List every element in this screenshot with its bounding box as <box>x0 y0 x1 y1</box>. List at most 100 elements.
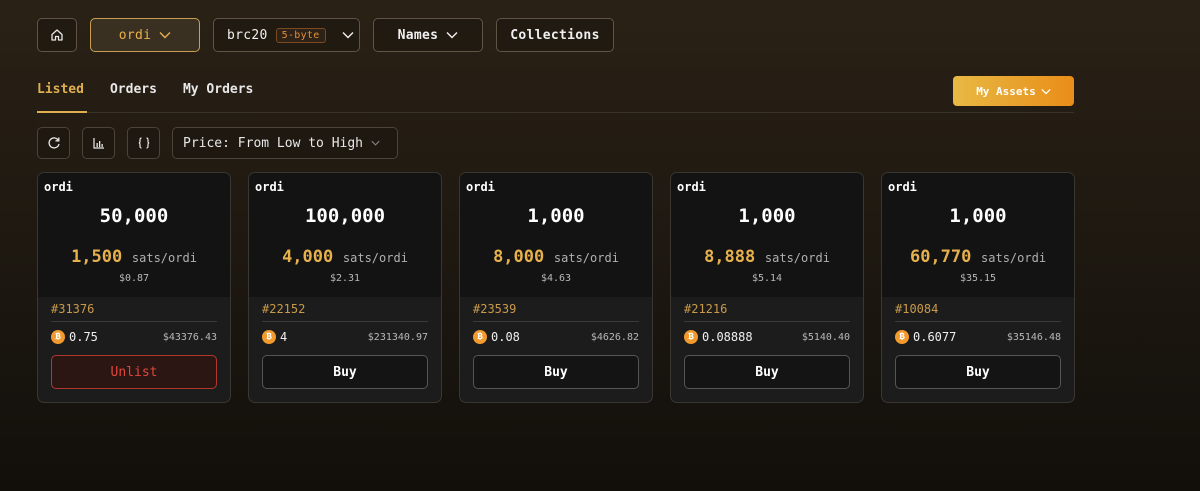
buy-button[interactable]: Buy <box>262 355 428 389</box>
listing-grid: ordi 50,000 1,500 sats/ordi $0.87 #31376… <box>37 172 1075 403</box>
inscription-number[interactable]: #10084 <box>895 302 938 316</box>
bitcoin-icon: ₿ <box>895 330 909 344</box>
card-divider <box>51 321 217 322</box>
total-btc-value: 4 <box>280 330 288 344</box>
card-unit-price: 8,000 sats/ordi <box>460 247 652 267</box>
listing-card[interactable]: ordi 50,000 1,500 sats/ordi $0.87 #31376… <box>37 172 231 403</box>
names-label: Names <box>397 27 439 43</box>
card-ticker: ordi <box>466 180 495 194</box>
unit-price-unit: sats/ordi <box>342 251 408 265</box>
chart-button[interactable] <box>82 127 115 159</box>
buy-button[interactable]: Buy <box>473 355 639 389</box>
card-ticker: ordi <box>888 180 917 194</box>
total-price-row: ₿ 0.6077 $35146.48 <box>895 330 1061 344</box>
card-unit-price: 4,000 sats/ordi <box>249 247 441 267</box>
bitcoin-icon: ₿ <box>473 330 487 344</box>
unit-price-unit: sats/ordi <box>764 251 830 265</box>
total-btc-value: 0.08 <box>491 330 520 344</box>
protocol-badge: 5-byte <box>275 27 326 43</box>
home-button[interactable] <box>37 18 77 52</box>
toolbar: Price: From Low to High <box>37 127 398 159</box>
total-price-row: ₿ 0.08 $4626.82 <box>473 330 639 344</box>
card-header: ordi 1,000 60,770 sats/ordi $35.15 <box>882 173 1074 297</box>
card-unit-price: 8,888 sats/ordi <box>671 247 863 267</box>
buy-button[interactable]: Buy <box>684 355 850 389</box>
ticker-dropdown[interactable]: ordi <box>90 18 200 52</box>
total-price-row: ₿ 4 $231340.97 <box>262 330 428 344</box>
refresh-button[interactable] <box>37 127 70 159</box>
buy-button[interactable]: Buy <box>895 355 1061 389</box>
sort-select[interactable]: Price: From Low to High <box>172 127 398 159</box>
bitcoin-icon: ₿ <box>262 330 276 344</box>
card-divider <box>262 321 428 322</box>
listing-card[interactable]: ordi 1,000 60,770 sats/ordi $35.15 #1008… <box>881 172 1075 403</box>
card-amount: 1,000 <box>949 205 1007 227</box>
code-button[interactable] <box>127 127 160 159</box>
tab-divider <box>37 112 1074 113</box>
unit-price-unit: sats/ordi <box>981 251 1047 265</box>
listing-card[interactable]: ordi 1,000 8,888 sats/ordi $5.14 #21216 … <box>670 172 864 403</box>
total-price-row: ₿ 0.75 $43376.43 <box>51 330 217 344</box>
card-divider <box>895 321 1061 322</box>
inscription-number[interactable]: #31376 <box>51 302 94 316</box>
total-btc: ₿ 0.08888 <box>684 330 753 344</box>
total-btc: ₿ 4 <box>262 330 287 344</box>
unit-price-unit: sats/ordi <box>131 251 197 265</box>
tab-orders[interactable]: Orders <box>110 82 157 97</box>
card-header: ordi 50,000 1,500 sats/ordi $0.87 <box>38 173 230 297</box>
unit-price-unit: sats/ordi <box>553 251 619 265</box>
unit-price-usd: $2.31 <box>329 273 361 284</box>
total-usd: $4626.82 <box>590 331 639 343</box>
tab-my-orders[interactable]: My Orders <box>183 82 253 97</box>
collections-button[interactable]: Collections <box>496 18 614 52</box>
unit-price-value: 60,770 <box>909 247 972 267</box>
card-divider <box>684 321 850 322</box>
protocol-dropdown[interactable]: brc20 5-byte <box>213 18 360 52</box>
card-ticker: ordi <box>255 180 284 194</box>
bitcoin-icon: ₿ <box>684 330 698 344</box>
ticker-label: ordi <box>118 27 152 43</box>
names-dropdown[interactable]: Names <box>373 18 483 52</box>
unlist-button[interactable]: Unlist <box>51 355 217 389</box>
total-btc-value: 0.6077 <box>913 330 957 344</box>
chevron-down-icon <box>446 32 458 39</box>
card-amount: 1,000 <box>527 205 585 227</box>
bar-chart-icon <box>92 138 104 149</box>
unit-price-usd: $5.14 <box>751 273 783 284</box>
protocol-label: brc20 <box>227 27 268 43</box>
chevron-down-icon <box>342 32 354 39</box>
unit-price-usd: $0.87 <box>118 273 150 284</box>
my-assets-label: My Assets <box>976 84 1036 98</box>
braces-icon <box>138 137 149 149</box>
card-header: ordi 1,000 8,888 sats/ordi $5.14 <box>671 173 863 297</box>
inscription-number[interactable]: #21216 <box>684 302 727 316</box>
unit-price-value: 8,888 <box>704 247 756 267</box>
card-ticker: ordi <box>44 180 73 194</box>
chevron-down-icon <box>159 32 171 39</box>
total-price-row: ₿ 0.08888 $5140.40 <box>684 330 850 344</box>
top-bar: ordi brc20 5-byte Names Collections <box>37 18 614 52</box>
inscription-number[interactable]: #22152 <box>262 302 305 316</box>
card-amount: 100,000 <box>304 205 386 227</box>
total-btc: ₿ 0.08 <box>473 330 520 344</box>
bitcoin-icon: ₿ <box>51 330 65 344</box>
total-usd: $5140.40 <box>801 331 850 343</box>
unit-price-value: 1,500 <box>71 247 123 267</box>
total-usd: $35146.48 <box>1006 331 1061 343</box>
inscription-number[interactable]: #23539 <box>473 302 516 316</box>
total-usd: $43376.43 <box>162 331 217 343</box>
chevron-down-icon <box>1041 88 1051 94</box>
total-usd: $231340.97 <box>367 331 428 343</box>
my-assets-button[interactable]: My Assets <box>953 76 1074 106</box>
chevron-down-icon <box>371 140 380 146</box>
unit-price-value: 4,000 <box>282 247 334 267</box>
card-divider <box>473 321 639 322</box>
card-header: ordi 100,000 4,000 sats/ordi $2.31 <box>249 173 441 297</box>
active-tab-indicator <box>37 111 87 113</box>
total-btc-value: 0.75 <box>69 330 98 344</box>
card-unit-price: 60,770 sats/ordi <box>882 247 1074 267</box>
tab-listed[interactable]: Listed <box>37 82 84 97</box>
total-btc: ₿ 0.6077 <box>895 330 956 344</box>
listing-card[interactable]: ordi 1,000 8,000 sats/ordi $4.63 #23539 … <box>459 172 653 403</box>
listing-card[interactable]: ordi 100,000 4,000 sats/ordi $2.31 #2215… <box>248 172 442 403</box>
